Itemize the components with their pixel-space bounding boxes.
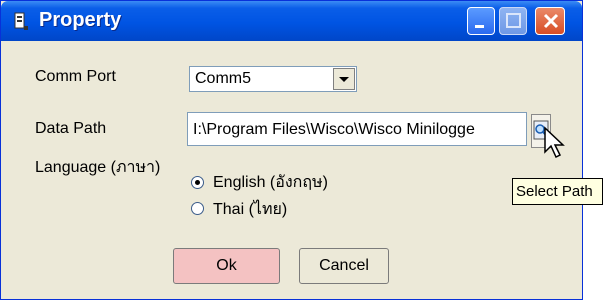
- mouse-pointer-icon: [544, 126, 565, 159]
- comm-port-value: Comm5: [195, 70, 252, 87]
- radio-selected-dot: [195, 180, 200, 185]
- data-path-label: Data Path: [35, 120, 107, 137]
- dropdown-button[interactable]: [333, 68, 355, 90]
- minimize-icon: [475, 25, 484, 28]
- language-label: Language (ภาษา): [35, 159, 161, 176]
- select-path-tooltip: Select Path: [512, 178, 603, 205]
- property-dialog: Property Comm Port Comm5 Data Path I:\Pr…: [0, 0, 583, 300]
- window-title: Property: [39, 9, 122, 31]
- radio-english-label[interactable]: English (อังกฤษ): [213, 170, 328, 195]
- close-button[interactable]: [535, 7, 565, 35]
- data-path-value: I:\Program Files\Wisco\Wisco Minilogge: [193, 121, 475, 138]
- radio-thai-label[interactable]: Thai (ไทย): [213, 197, 287, 222]
- comm-port-label: Comm Port: [35, 68, 116, 85]
- radio-thai[interactable]: [191, 202, 204, 215]
- ok-button[interactable]: Ok: [173, 248, 280, 284]
- title-bar[interactable]: Property: [1, 1, 582, 41]
- close-icon: [543, 13, 559, 29]
- comm-port-select[interactable]: Comm5: [189, 66, 357, 92]
- minimize-button[interactable]: [467, 7, 495, 35]
- maximize-button[interactable]: [499, 7, 527, 35]
- cancel-button[interactable]: Cancel: [299, 248, 389, 284]
- data-path-input[interactable]: I:\Program Files\Wisco\Wisco Minilogge: [187, 112, 527, 146]
- radio-english[interactable]: [191, 176, 204, 189]
- app-icon: [14, 12, 28, 30]
- chevron-down-icon: [339, 77, 349, 82]
- maximize-icon: [506, 13, 521, 28]
